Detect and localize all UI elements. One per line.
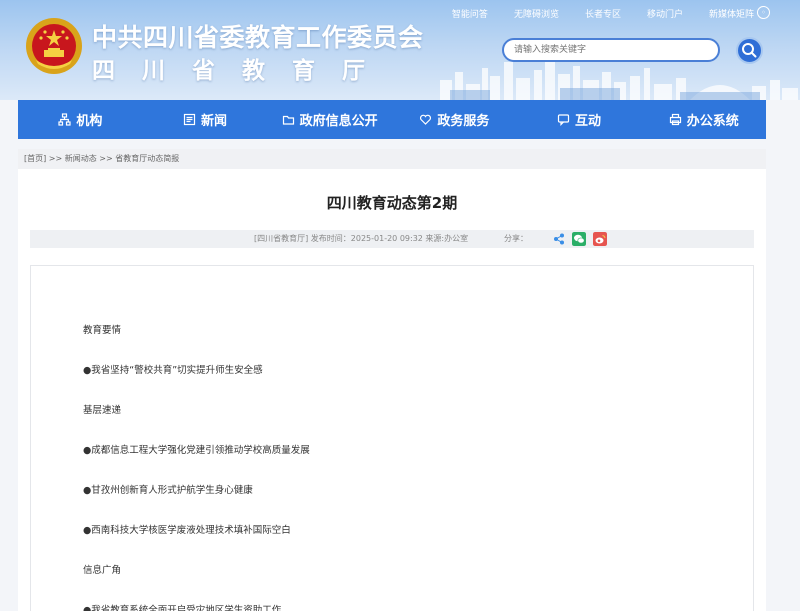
top-link-accessibility[interactable]: 无障碍浏览 — [514, 7, 559, 20]
section-heading: 教育要情 — [83, 325, 122, 336]
section-heading: 基层速递 — [83, 405, 122, 416]
nav-item-office-system[interactable]: 办公系统 — [641, 100, 766, 139]
weibo-icon[interactable] — [593, 232, 607, 246]
search-input[interactable] — [502, 38, 720, 62]
breadcrumb: [首页] >> 新闻动态 >> 省教育厅动态简报 — [18, 149, 766, 169]
top-link-elderly[interactable]: 长者专区 — [585, 7, 621, 20]
article-meta-bar: [四川省教育厅] 发布时间：2025-01-20 09:32 来源:办公室 分享… — [30, 230, 754, 248]
article-item: ●我省坚持“警校共育”切实提升师生安全感 — [83, 365, 263, 376]
news-icon — [183, 113, 196, 126]
nav-item-interaction[interactable]: 互动 — [517, 100, 642, 139]
nav-item-institution[interactable]: 机构 — [18, 100, 143, 139]
share-icon[interactable] — [552, 232, 566, 246]
article-item: ●西南科技大学核医学废液处理技术填补国际空白 — [83, 525, 291, 536]
site-header: 中共四川省委教育工作委员会 四川省教育厅 智能问答 无障碍浏览 长者专区 移动门… — [0, 0, 800, 100]
top-link-new-media[interactable]: 新媒体矩阵 — [709, 7, 754, 20]
article-meta: [四川省教育厅] 发布时间：2025-01-20 09:32 来源:办公室 — [254, 234, 469, 243]
nav-item-label: 新闻 — [201, 114, 228, 129]
search-icon — [742, 43, 757, 58]
nav-item-label: 互动 — [575, 114, 602, 129]
breadcrumb-briefing[interactable]: 省教育厅动态简报 — [115, 154, 179, 163]
breadcrumb-separator: >> — [99, 154, 113, 163]
national-emblem-icon — [26, 18, 82, 74]
site-subtitle: 四川省教育厅 — [92, 58, 392, 84]
wechat-icon[interactable] — [572, 232, 586, 246]
top-link-smart-qa[interactable]: 智能问答 — [452, 7, 488, 20]
article-item: ●我省教育系统全面开启受灾地区学生资助工作 — [83, 605, 282, 611]
site-title: 中共四川省委教育工作委员会 — [92, 23, 424, 52]
breadcrumb-home[interactable]: [首页] — [24, 154, 46, 163]
nav-item-label: 机构 — [76, 114, 103, 129]
search-button[interactable] — [736, 37, 763, 64]
article-item: ●甘孜州创新育人形式护航学生身心健康 — [83, 485, 253, 496]
article-content: 教育要情 ●我省坚持“警校共育”切实提升师生安全感 基层速递 ●成都信息工程大学… — [30, 265, 754, 611]
article-item: ●成都信息工程大学强化党建引领推动学校高质量发展 — [83, 445, 310, 456]
nav-item-news[interactable]: 新闻 — [143, 100, 268, 139]
nav-item-gov-info[interactable]: 政府信息公开 — [267, 100, 392, 139]
nav-item-label: 政务服务 — [437, 114, 490, 129]
nav-item-label: 政府信息公开 — [299, 114, 378, 129]
section-heading: 信息广角 — [83, 565, 122, 576]
org-chart-icon — [58, 113, 71, 126]
breadcrumb-news[interactable]: 新闻动态 — [65, 154, 97, 163]
chat-icon — [557, 114, 570, 126]
article-card: 四川教育动态第2期 [四川省教育厅] 发布时间：2025-01-20 09:32… — [18, 169, 766, 611]
article-title: 四川教育动态第2期 — [326, 194, 458, 212]
heart-hand-icon — [420, 114, 432, 125]
top-links: 智能问答 无障碍浏览 长者专区 移动门户 新媒体矩阵 — [426, 7, 754, 20]
main-nav: 机构 新闻 政府信息公开 政务服务 互动 办公系统 — [18, 100, 766, 139]
new-media-circle-icon[interactable]: ◦ — [757, 6, 770, 19]
share-label: 分享： — [504, 234, 528, 243]
nav-item-gov-service[interactable]: 政务服务 — [392, 100, 517, 139]
printer-icon — [669, 113, 681, 126]
top-link-mobile[interactable]: 移动门户 — [647, 7, 683, 20]
breadcrumb-separator: >> — [48, 154, 63, 163]
folder-icon — [282, 115, 294, 125]
nav-item-label: 办公系统 — [686, 114, 739, 129]
